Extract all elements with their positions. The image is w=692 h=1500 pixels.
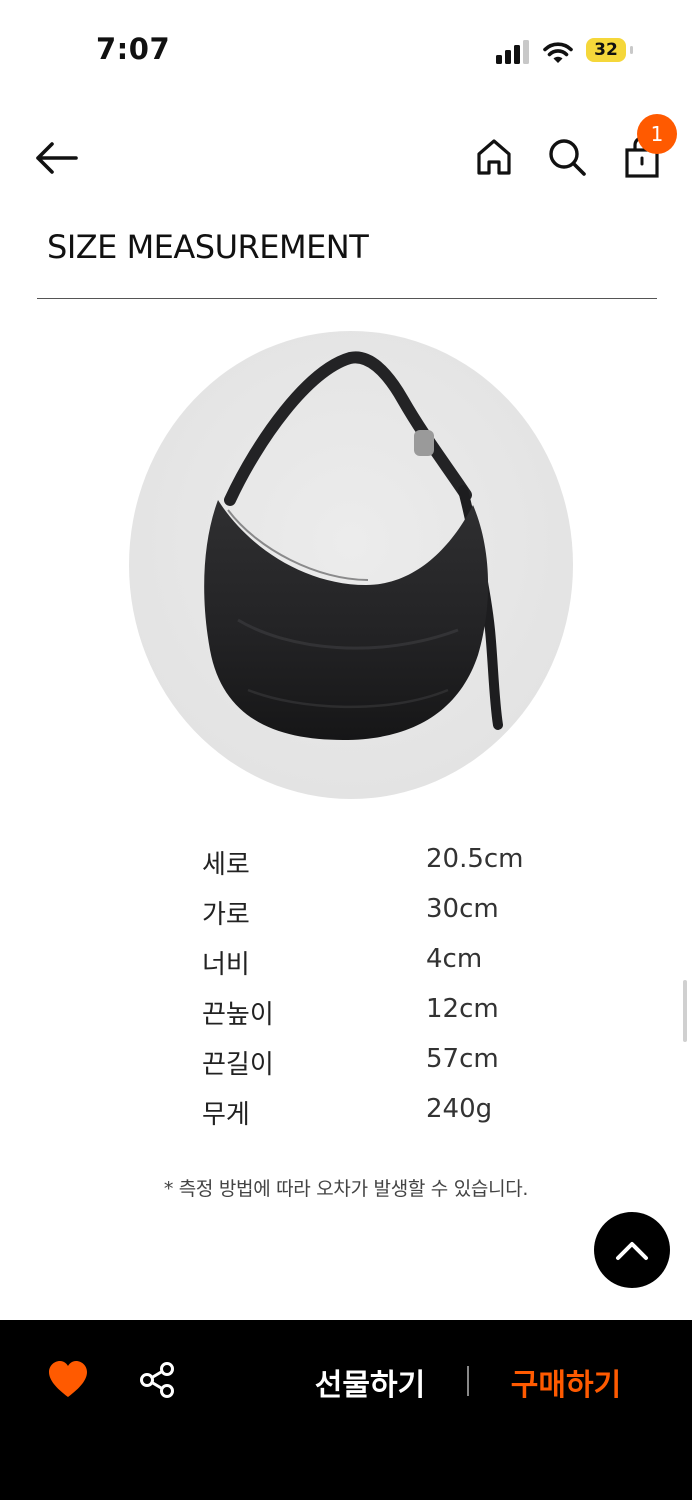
home-icon	[477, 139, 511, 175]
spec-label: 너비	[202, 950, 250, 980]
cart-count-badge: 1	[637, 114, 677, 154]
battery-nub	[630, 46, 633, 54]
status-time: 7:07	[96, 32, 171, 66]
search-icon	[549, 139, 586, 176]
battery-icon: 32	[586, 38, 626, 62]
spec-row: 너비 4cm	[202, 938, 542, 988]
arrow-left-icon	[36, 142, 78, 174]
back-button[interactable]	[32, 136, 80, 180]
page-title: SIZE MEASUREMENT	[47, 228, 369, 266]
spec-value: 240g	[426, 1094, 493, 1124]
spec-value: 4cm	[426, 944, 483, 974]
spec-value: 30cm	[426, 894, 499, 924]
spec-row: 가로 30cm	[202, 888, 542, 938]
spec-row: 끈길이 57cm	[202, 1038, 542, 1088]
gift-button[interactable]: 선물하기	[300, 1354, 440, 1410]
button-divider	[467, 1366, 469, 1396]
spec-label: 가로	[202, 900, 250, 930]
share-button[interactable]	[138, 1360, 178, 1400]
buy-button[interactable]: 구매하기	[496, 1354, 636, 1410]
bottom-action-bar: 선물하기 구매하기	[0, 1320, 692, 1500]
spec-label: 끈길이	[202, 1050, 274, 1080]
title-divider	[37, 298, 657, 299]
like-button[interactable]	[46, 1358, 90, 1402]
spec-value: 57cm	[426, 1044, 499, 1074]
battery-level: 32	[594, 40, 618, 60]
scrollbar[interactable]	[683, 980, 687, 1042]
spec-label: 무게	[202, 1100, 250, 1130]
spec-value: 12cm	[426, 994, 499, 1024]
spec-row: 무게 240g	[202, 1088, 542, 1138]
share-icon	[140, 1362, 174, 1398]
spec-label: 세로	[202, 850, 250, 880]
status-bar: 7:07 32	[0, 0, 692, 100]
product-image	[129, 331, 573, 799]
spec-row: 끈높이 12cm	[202, 988, 542, 1038]
heart-icon	[49, 1361, 87, 1397]
spec-value: 20.5cm	[426, 844, 524, 874]
spec-row: 세로 20.5cm	[202, 838, 542, 888]
size-spec-table: 세로 20.5cm 가로 30cm 너비 4cm 끈높이 12cm 끈길이 57…	[202, 838, 542, 1138]
scroll-to-top-button[interactable]	[594, 1212, 670, 1288]
chevron-up-icon	[616, 1242, 648, 1260]
home-button[interactable]	[474, 136, 514, 178]
cellular-signal-icon	[496, 40, 529, 64]
spec-label: 끈높이	[202, 1000, 274, 1030]
nav-bar	[0, 110, 692, 210]
wifi-icon	[543, 42, 573, 63]
search-button[interactable]	[546, 136, 588, 178]
measurement-note: * 측정 방법에 따라 오차가 발생할 수 있습니다.	[163, 1178, 529, 1200]
